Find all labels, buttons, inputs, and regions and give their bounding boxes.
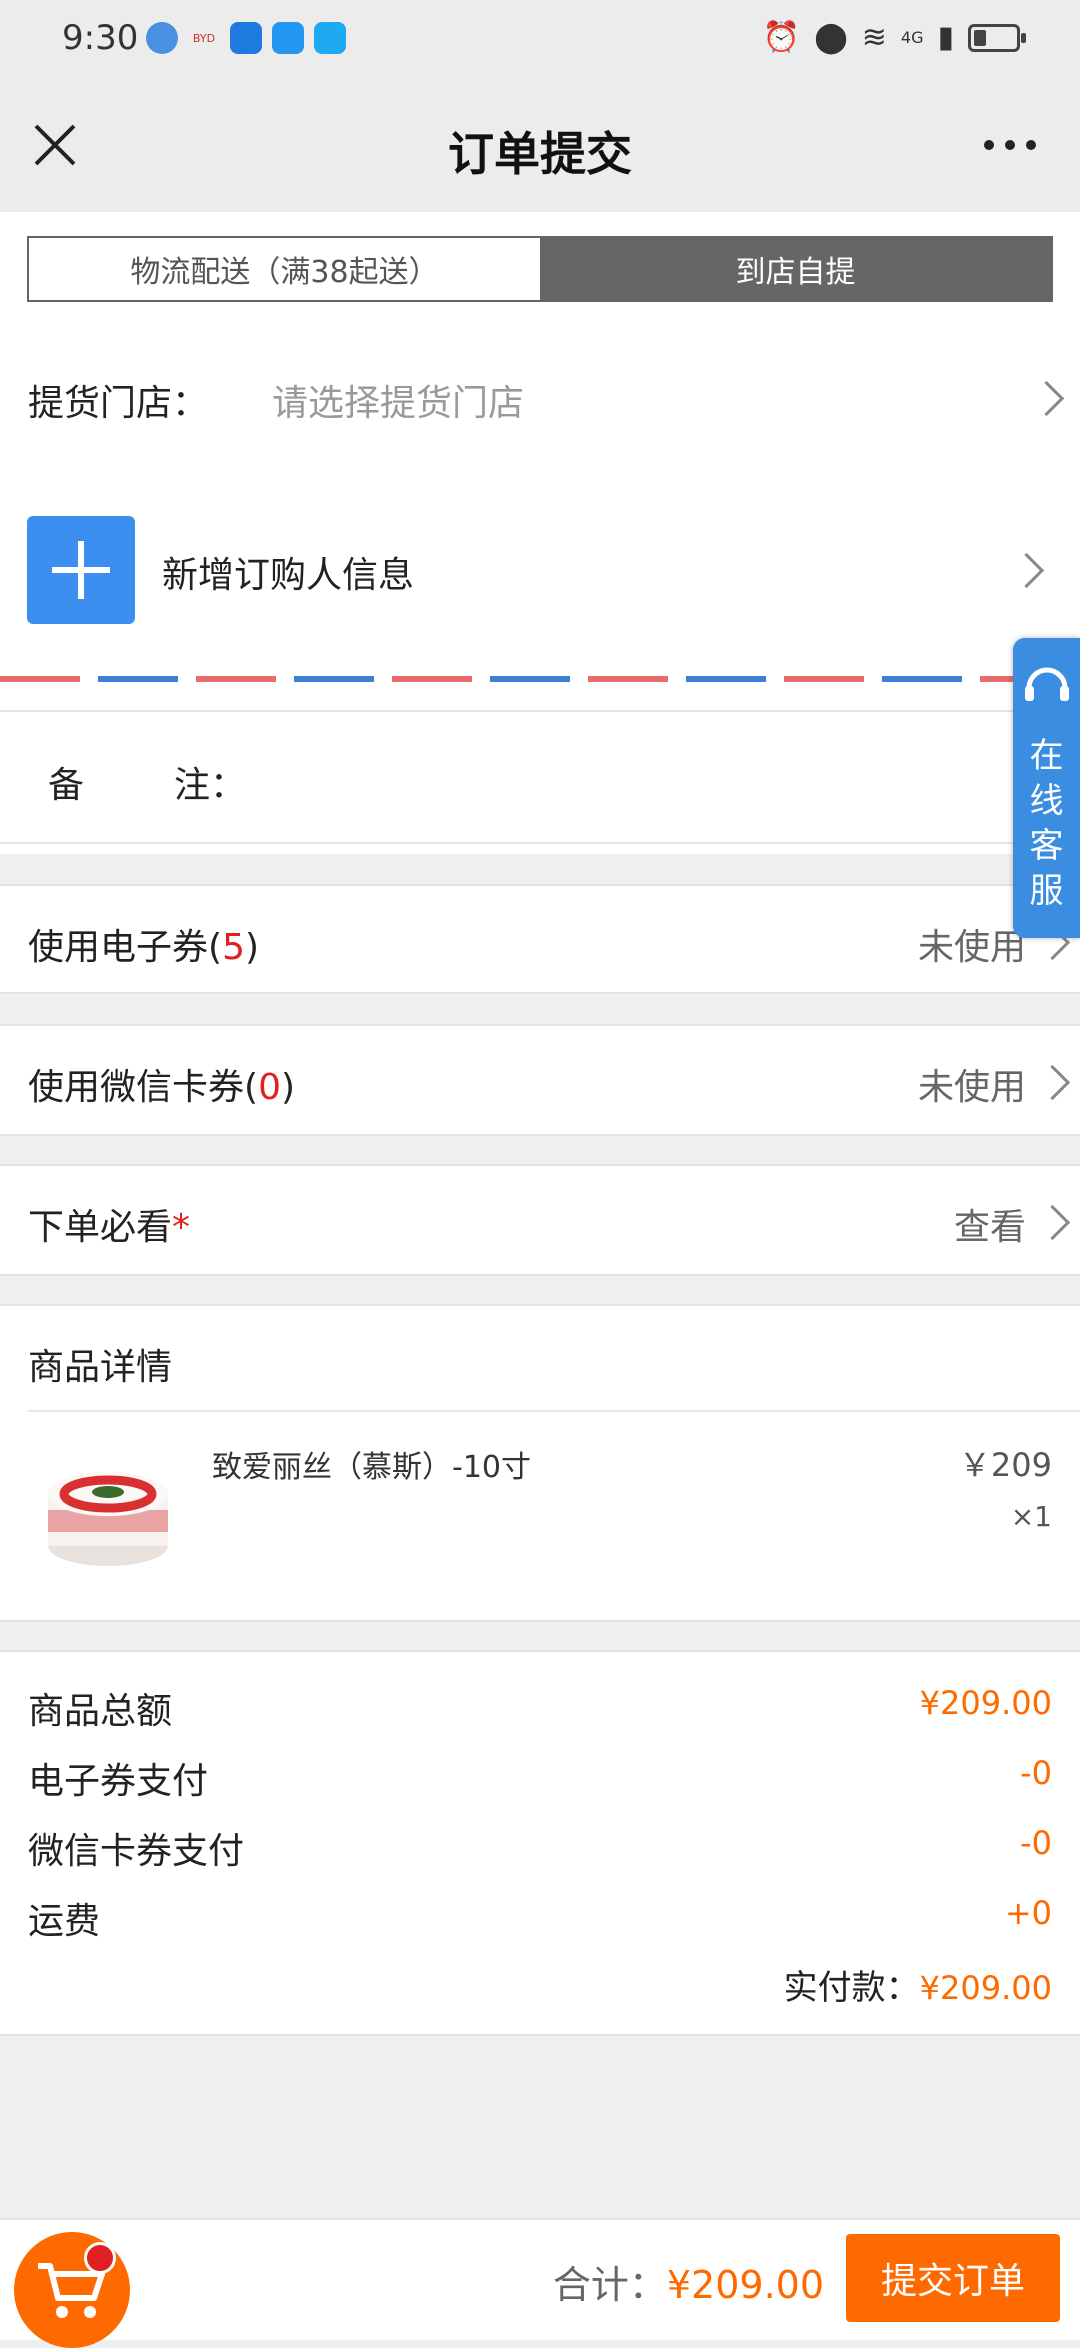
signal-icon: ▮: [937, 20, 954, 55]
app-icon: [230, 22, 262, 54]
add-icon: [27, 516, 135, 624]
remark-label-1: 备: [48, 765, 85, 806]
add-buyer-row[interactable]: 新增订购人信息: [0, 512, 1080, 624]
ecoupon-row[interactable]: 使用电子券(5) 未使用: [0, 884, 1080, 994]
ecoupon-pay-label: 电子券支付: [28, 1761, 209, 1802]
cart-badge: [84, 2242, 116, 2274]
ecoupon-pay-value: -0: [1020, 1754, 1052, 1792]
paid-label: 实付款：: [783, 1968, 920, 2008]
online-service-label: 在线客服: [1029, 736, 1064, 911]
chevron-right-icon: [1028, 380, 1065, 417]
wifi-icon: ≋: [861, 20, 887, 55]
battery-icon: [968, 23, 1026, 52]
remark-label-2: 注：: [174, 765, 247, 806]
submit-order-button[interactable]: 提交订单: [846, 2234, 1060, 2322]
status-time: 9:30: [62, 18, 139, 58]
wxcard-count: 0: [258, 1067, 281, 1108]
headset-icon: [1025, 667, 1069, 701]
product-section: 商品详情 致爱丽丝（慕斯）-10寸 ￥209 ×1: [0, 1304, 1080, 1622]
shipping-value: +0: [1004, 1894, 1052, 1932]
product-price: ￥209: [958, 1446, 1052, 1484]
online-service-button[interactable]: 在线客服: [1013, 638, 1080, 938]
ecoupon-status: 未使用: [917, 927, 1026, 968]
footer-total-label: 合计：: [552, 2263, 667, 2307]
location-icon: ⬤: [814, 20, 848, 55]
product-item[interactable]: 致爱丽丝（慕斯）-10寸 ￥209 ×1: [0, 1412, 1080, 1618]
tab-store-pickup[interactable]: 到店自提: [540, 238, 1051, 300]
divider: [0, 842, 1080, 844]
pickup-store-placeholder: 请选择提货门店: [272, 383, 525, 424]
paid-amount: 实付款：¥209.00: [784, 1960, 1052, 2009]
bottom-bar: 合计：¥209.00 提交订单: [0, 2218, 1080, 2348]
subtotal-label: 商品总额: [28, 1691, 173, 1732]
status-right-icons: ⏰ ⬤ ≋ 4G ▮: [762, 20, 1026, 55]
shipping-label: 运费: [28, 1901, 101, 1942]
wxcard-status: 未使用: [917, 1067, 1026, 1108]
pickup-store-row[interactable]: 提货门店： 请选择提货门店: [0, 340, 1080, 452]
delivery-tabs: 物流配送（满38起送） 到店自提: [27, 236, 1053, 302]
required-mark: *: [172, 1207, 191, 1248]
weather-icon: [272, 22, 304, 54]
cake-image: [48, 1472, 168, 1566]
footer-total-value: ¥209.00: [666, 2263, 824, 2307]
tab-logistics[interactable]: 物流配送（满38起送）: [29, 238, 540, 300]
notification-icons: BYD: [146, 22, 346, 54]
notice-action: 查看: [953, 1207, 1026, 1248]
footer-total: 合计：¥209.00: [553, 2254, 824, 2309]
status-bar: 9:30 BYD ⏰ ⬤ ≋ 4G ▮: [0, 0, 1080, 84]
product-section-title: 商品详情: [28, 1347, 173, 1388]
ecoupon-count: 5: [222, 927, 245, 968]
byd-icon: BYD: [192, 31, 216, 45]
alarm-icon: ⏰: [762, 20, 801, 55]
cart-button[interactable]: [14, 2232, 130, 2348]
wxcard-pay-value: -0: [1020, 1824, 1052, 1862]
more-icon[interactable]: [984, 140, 1036, 150]
browser-icon: [146, 22, 178, 54]
subtotal-value: ¥209.00: [919, 1684, 1052, 1722]
chevron-right-icon: [1008, 552, 1045, 589]
wxcard-pay-label: 微信卡券支付: [28, 1831, 245, 1872]
product-qty: ×1: [1010, 1500, 1052, 1533]
paid-value: ¥209.00: [919, 1969, 1052, 2007]
price-summary: 商品总额 ¥209.00 电子券支付 -0 微信卡券支付 -0 运费 +0 实付…: [0, 1650, 1080, 2036]
add-buyer-label: 新增订购人信息: [162, 555, 415, 596]
chevron-right-icon: [1034, 1204, 1071, 1241]
notice-row[interactable]: 下单必看* 查看: [0, 1164, 1080, 1276]
notice-label: 下单必看*: [28, 1207, 191, 1248]
wxcard-label: 使用微信卡券(0): [28, 1067, 296, 1108]
chevron-right-icon: [1034, 1064, 1071, 1101]
network-type: 4G: [900, 28, 924, 47]
title-bar: 订单提交: [0, 84, 1080, 212]
remark-row[interactable]: 备 注：: [0, 712, 1080, 842]
page-title: 订单提交: [448, 127, 632, 181]
ecoupon-label: 使用电子券(5): [28, 927, 260, 968]
wxcard-row[interactable]: 使用微信卡券(0) 未使用: [0, 1024, 1080, 1136]
search-app-icon: [314, 22, 346, 54]
pickup-store-label: 提货门店：: [28, 383, 209, 424]
airmail-border: [0, 676, 1080, 682]
product-name: 致爱丽丝（慕斯）-10寸: [212, 1450, 531, 1485]
